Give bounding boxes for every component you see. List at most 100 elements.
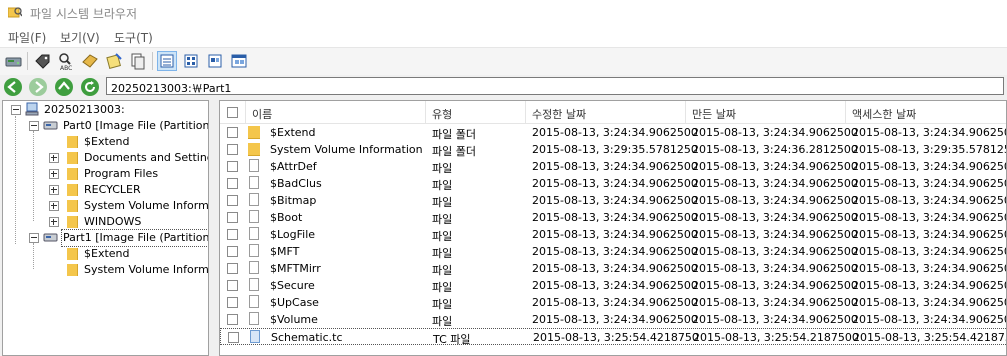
row-checkbox[interactable] [227,127,238,138]
table-row[interactable]: $AttrDef 파일 2015-08-13, 3:24:34.9062500 201… [220,158,1007,175]
partition-icon [43,230,59,244]
tag-icon[interactable] [80,51,100,71]
table-row[interactable]: $Volume 파일 2015-08-13, 3:24:34.9062500 2015… [220,311,1006,328]
refresh-icon[interactable] [81,78,99,96]
cell-type: 파일 [432,298,453,311]
table-row[interactable]: $MFT 파일 2015-08-13, 3:24:34.9062500 2015-08… [220,243,1006,260]
column-header-created[interactable]: 만든 날짜 [686,101,846,123]
expand-icon[interactable] [49,217,59,227]
row-checkbox[interactable] [227,263,238,274]
table-row[interactable]: $MFTMirr 파일 2015-08-13, 3:24:34.9062500 201… [220,260,1007,277]
row-checkbox[interactable] [227,229,238,240]
table-row[interactable]: $BadClus 파일 2015-08-13, 3:24:34.9062500 201… [220,175,1006,192]
row-checkbox[interactable] [227,297,238,308]
table-row[interactable]: Schematic.tc TC 파일 2015-08-13, 3:25:54.421… [220,328,1006,346]
expand-icon[interactable] [49,169,59,179]
row-checkbox[interactable] [227,314,238,325]
row-checkbox[interactable] [228,332,239,343]
row-checkbox[interactable] [227,161,238,172]
tree-item-root[interactable]: 20250213003: [3,102,208,118]
pane-splitter[interactable] [209,100,219,356]
folder-icon [67,200,78,212]
menu-view[interactable]: 보기(V) [60,29,100,46]
table-row[interactable]: $LogFile 파일 2015-08-13, 3:24:34.9062500 201… [220,226,1006,243]
tree-label: Program Files [84,167,159,180]
cell-modified: 2015-08-13, 3:24:34.9062500 [532,245,698,258]
menu-bar: 파일(F) 보기(V) 도구(T) [0,26,1007,47]
row-checkbox[interactable] [227,144,238,155]
collapse-icon[interactable] [29,233,39,243]
tree-item-folder[interactable]: WINDOWS [3,214,208,230]
row-checkbox[interactable] [227,280,238,291]
row-checkbox[interactable] [227,178,238,189]
tree-item-folder[interactable]: System Volume Informatio [3,262,208,278]
cell-created: 2015-08-13, 3:24:34.9062500 [692,211,858,224]
tree-item-part1[interactable]: Part1 [Image File (Partition 1) [3,229,208,247]
folder-tree[interactable]: 20250213003: Part0 [Image File (Partitio… [2,100,209,356]
collapse-icon[interactable] [11,105,21,115]
copy-icon[interactable] [128,51,148,71]
folder-icon [248,126,260,139]
back-icon[interactable] [4,78,22,96]
cell-name: Schematic.tc [271,331,343,344]
column-header-type[interactable]: 유형 [426,101,526,123]
column-header-accessed[interactable]: 액세스한 날짜 [846,101,1006,123]
menu-file[interactable]: 파일(F) [8,29,46,46]
cell-created: 2015-08-13, 3:24:34.9062500 [692,194,858,207]
forward-icon[interactable] [29,78,47,96]
table-row[interactable]: $UpCase 파일 2015-08-13, 3:24:34.9062500 2015… [220,294,1006,311]
expand-icon[interactable] [49,201,59,211]
select-all-checkbox[interactable] [227,107,238,118]
abc-search-icon[interactable]: ABC [56,51,76,72]
tree-item-part0[interactable]: Part0 [Image File (Partition 0) [3,118,208,134]
add-evidence-icon[interactable] [4,51,24,71]
tree-item-folder[interactable]: $Extend [3,246,208,262]
cell-accessed: 2015-08-13, 3:24:34.9062500 [852,160,1007,173]
path-input[interactable]: 20250213003:￦Part1 [106,77,1004,95]
cell-modified: 2015-08-13, 3:24:34.9062500 [532,160,698,173]
large-icon-view-icon[interactable] [205,51,225,71]
column-header-name[interactable]: 이름 [246,101,426,123]
tree-label: Part0 [Image File (Partition 0) [63,119,209,132]
expand-icon[interactable] [49,153,59,163]
table-row[interactable]: $Secure 파일 2015-08-13, 3:24:34.9062500 2015… [220,277,1006,294]
tree-item-folder[interactable]: $Extend [3,134,208,150]
collapse-icon[interactable] [29,121,39,131]
tree-item-folder[interactable]: RECYCLER [3,182,208,198]
cell-created: 2015-08-13, 3:24:34.9062500 [692,245,858,258]
cell-name: $MFT [270,245,300,258]
row-checkbox[interactable] [227,195,238,206]
column-header-modified[interactable]: 수정한 날짜 [526,101,686,123]
details-view-icon[interactable] [157,51,177,71]
cell-created: 2015-08-13, 3:24:34.9062500 [692,296,858,309]
computer-icon [25,102,41,116]
file-icon [249,210,259,223]
notes-icon[interactable] [104,51,124,71]
tags-icon[interactable] [33,51,53,71]
list-header: 이름 유형 수정한 날짜 만든 날짜 액세스한 날짜 [220,101,1006,124]
tree-item-folder[interactable]: System Volume Informatio [3,198,208,214]
table-row[interactable]: System Volume Information 파일 폴더 2015-08-13… [220,141,1006,158]
table-row[interactable]: $Bitmap 파일 2015-08-13, 3:24:34.9062500 2015… [220,192,1006,209]
tree-item-folder[interactable]: Documents and Settings [3,150,208,166]
row-checkbox[interactable] [227,246,238,257]
file-list[interactable]: 이름 유형 수정한 날짜 만든 날짜 액세스한 날짜 $Extend 파일 폴더 2… [219,100,1007,356]
menu-tools[interactable]: 도구(T) [114,29,153,46]
preview-view-icon[interactable] [229,51,249,71]
cell-type: 파일 [432,247,453,260]
table-row[interactable]: $Extend 파일 폴더 2015-08-13, 3:24:34.9062500 2… [220,124,1006,141]
cell-type: 파일 [432,196,453,209]
header-select-all[interactable] [220,101,246,123]
tree-item-folder[interactable]: Program Files [3,166,208,182]
toolbar: ABC [0,47,1007,76]
cell-modified: 2015-08-13, 3:25:54.4218750 [533,331,699,344]
cell-accessed: 2015-08-13, 3:24:34.9062500 [852,262,1007,275]
cell-created: 2015-08-13, 3:24:36.2812500 [692,143,858,156]
file-icon [249,159,259,172]
row-checkbox[interactable] [227,212,238,223]
table-row[interactable]: $Boot 파일 2015-08-13, 3:24:34.9062500 2015-0… [220,209,1006,226]
svg-text:ABC: ABC [60,65,72,71]
thumbnail-view-icon[interactable] [181,51,201,71]
up-icon[interactable] [55,78,73,96]
expand-icon[interactable] [49,185,59,195]
